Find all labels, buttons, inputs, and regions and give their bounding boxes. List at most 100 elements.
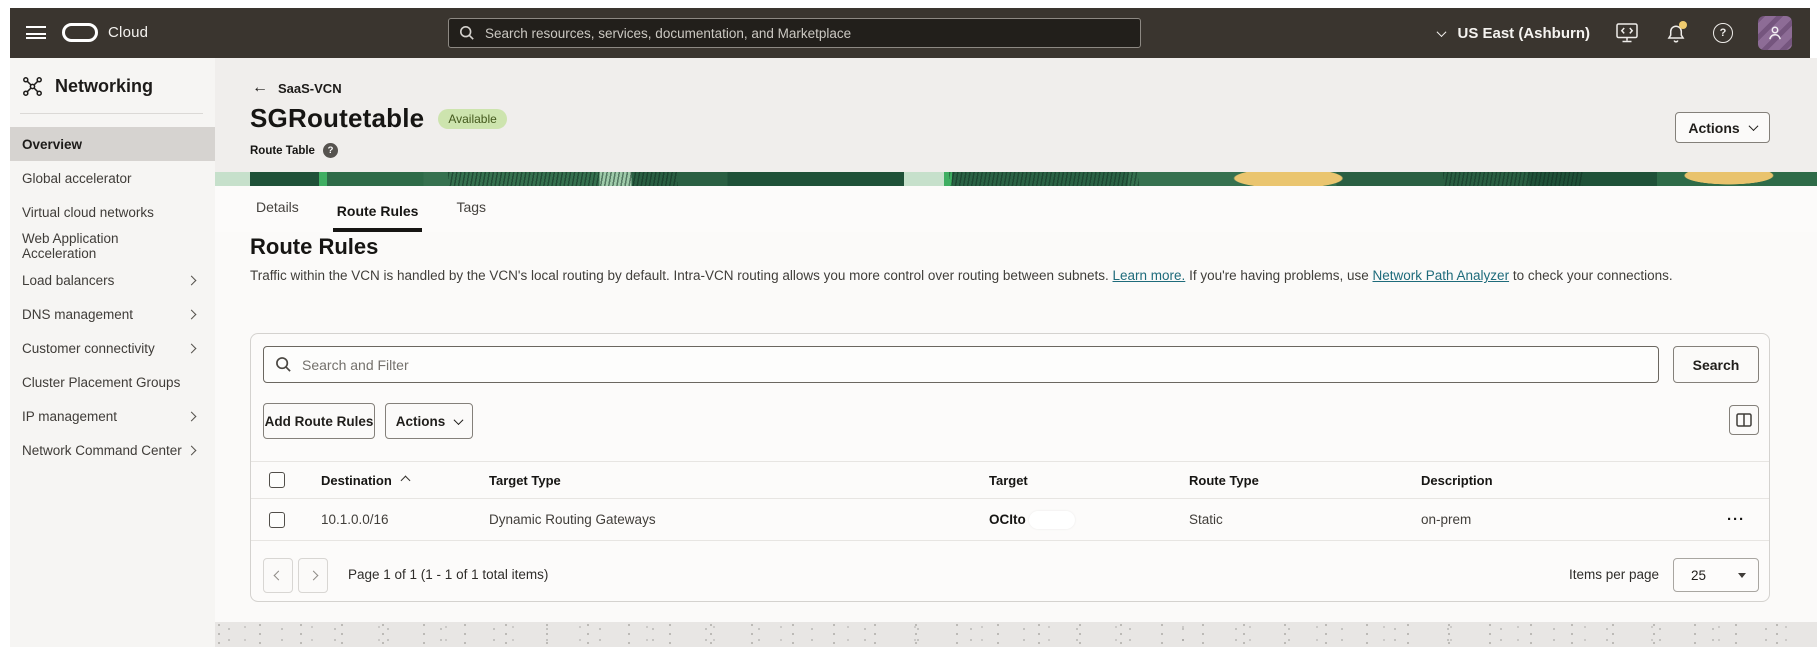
sidebar-item-virtual-cloud-networks[interactable]: Virtual cloud networks [10, 195, 215, 229]
sidebar-item-web-application-acceleration[interactable]: Web Application Acceleration [10, 229, 215, 263]
target-link[interactable]: OCIto [989, 512, 1026, 527]
top-bar: Cloud US East (Ashburn) ? [10, 8, 1810, 58]
page-title: SGRoutetable [250, 103, 425, 133]
manage-columns-button[interactable] [1729, 405, 1759, 435]
chevron-down-icon [453, 414, 464, 425]
title-row: SGRoutetable Available [250, 103, 507, 134]
sidebar-item-load-balancers[interactable]: Load balancers [10, 263, 215, 297]
breadcrumb[interactable]: ← SaaS-VCN [252, 80, 342, 96]
sidebar-title-label: Networking [55, 76, 154, 96]
column-label: Destination [321, 472, 392, 488]
search-button-label: Search [1692, 356, 1740, 373]
page-actions-button[interactable]: Actions [1675, 112, 1770, 143]
sidebar-item-overview[interactable]: Overview [10, 127, 215, 161]
table-actions-button[interactable]: Actions [385, 403, 473, 439]
back-arrow-icon[interactable]: ← [252, 80, 268, 96]
column-header-target: Target [989, 462, 1028, 498]
cell-destination: 10.1.0.0/16 [321, 512, 389, 527]
tab-label: Details [256, 199, 299, 215]
page-actions-label: Actions [1688, 119, 1740, 136]
sidebar-item-ip-management[interactable]: IP management [10, 399, 215, 433]
oracle-logo-icon[interactable] [62, 23, 98, 42]
chevron-down-icon [1437, 26, 1447, 37]
search-button[interactable]: Search [1673, 346, 1759, 383]
networking-icon [23, 77, 42, 96]
sidebar-item-customer-connectivity[interactable]: Customer connectivity [10, 331, 215, 365]
chevron-down-icon [1748, 121, 1759, 132]
sidebar-item-network-command-center[interactable]: Network Command Center [10, 433, 215, 467]
tab-content: Route Rules Traffic within the VCN is ha… [215, 232, 1817, 622]
chevron-right-icon [186, 343, 197, 353]
sidebar-item-label: Cluster Placement Groups [22, 374, 181, 390]
help-icon[interactable]: ? [1713, 23, 1733, 43]
sidebar-divider [20, 113, 203, 114]
items-per-page-select[interactable]: 25 [1673, 558, 1759, 592]
chevron-right-icon [308, 570, 318, 581]
tab-details[interactable]: Details [252, 199, 303, 232]
items-per-page-value: 25 [1691, 567, 1707, 583]
tab-tags[interactable]: Tags [452, 199, 490, 232]
sidebar-item-label: Overview [22, 136, 83, 152]
page-header: ← SaaS-VCN SGRoutetable Available Route … [215, 58, 1817, 172]
sidebar: Networking Overview Global accelerator V… [10, 58, 215, 647]
resource-type-row: Route Table ? [250, 143, 338, 158]
ellipsis-icon: ··· [1727, 511, 1745, 528]
avatar[interactable] [1758, 16, 1792, 50]
cell-route-type: Static [1189, 512, 1223, 527]
region-selector[interactable]: US East (Ashburn) [1437, 24, 1590, 42]
resource-help-icon[interactable]: ? [322, 143, 338, 158]
columns-icon [1736, 413, 1752, 427]
table-row: 10.1.0.0/16 Dynamic Routing Gateways OCI… [251, 499, 1769, 541]
caret-down-icon [1738, 573, 1746, 578]
network-path-analyzer-link[interactable]: Network Path Analyzer [1373, 268, 1510, 283]
column-label: Target [989, 472, 1028, 488]
route-rules-card: Search Add Route Rules Actions Destinati… [250, 333, 1770, 602]
cell-target: OCIto [989, 499, 1075, 540]
column-label: Target Type [489, 472, 561, 488]
region-label: US East (Ashburn) [1457, 24, 1590, 42]
sidebar-item-global-accelerator[interactable]: Global accelerator [10, 161, 215, 195]
table-actions-label: Actions [395, 413, 446, 429]
sidebar-item-label: DNS management [22, 306, 134, 322]
column-label: Description [1421, 472, 1493, 488]
description-text: Traffic within the VCN is handled by the… [250, 268, 1113, 283]
chevron-right-icon [186, 275, 197, 285]
sidebar-item-label: Load balancers [22, 272, 115, 288]
column-header-destination[interactable]: Destination [321, 462, 411, 498]
menu-icon[interactable] [26, 26, 46, 39]
next-page-button[interactable] [298, 558, 328, 593]
previous-page-button[interactable] [263, 558, 293, 593]
global-search [448, 18, 1141, 48]
cloud-shell-icon[interactable] [1615, 21, 1639, 45]
sidebar-item-label: Customer connectivity [22, 340, 155, 356]
sidebar-item-cluster-placement-groups[interactable]: Cluster Placement Groups [10, 365, 215, 399]
add-route-rules-button[interactable]: Add Route Rules [263, 403, 375, 439]
cell-description: on-prem [1421, 512, 1472, 527]
section-description: Traffic within the VCN is handled by the… [250, 268, 1673, 283]
pagination-summary: Page 1 of 1 (1 - 1 of 1 total items) [348, 567, 549, 582]
row-checkbox[interactable] [269, 511, 285, 528]
description-text: to check your connections. [1509, 268, 1673, 283]
breadcrumb-link[interactable]: SaaS-VCN [278, 81, 342, 96]
resource-type-label: Route Table [250, 144, 315, 157]
status-badge: Available [438, 108, 507, 129]
learn-more-link[interactable]: Learn more. [1113, 268, 1186, 283]
sidebar-item-dns-management[interactable]: DNS management [10, 297, 215, 331]
notifications-bell-icon[interactable] [1664, 21, 1688, 45]
sidebar-item-label: Network Command Center [22, 442, 182, 458]
column-header-route-type: Route Type [1189, 462, 1259, 498]
tab-label: Tags [456, 199, 487, 215]
filter-input[interactable] [263, 346, 1659, 383]
chevron-right-icon [186, 309, 197, 319]
chevron-left-icon [273, 570, 283, 581]
chevron-right-icon [186, 411, 197, 421]
sidebar-title: Networking [22, 76, 153, 97]
items-per-page-label: Items per page [1568, 567, 1659, 582]
sidebar-menu: Overview Global accelerator Virtual clou… [10, 127, 215, 467]
sidebar-item-label: Global accelerator [22, 170, 132, 186]
global-search-input[interactable] [448, 18, 1141, 48]
add-button-label: Add Route Rules [264, 413, 374, 429]
tab-route-rules[interactable]: Route Rules [332, 203, 423, 232]
row-actions-menu[interactable]: ··· [1706, 499, 1766, 540]
select-all-checkbox[interactable] [269, 472, 285, 488]
